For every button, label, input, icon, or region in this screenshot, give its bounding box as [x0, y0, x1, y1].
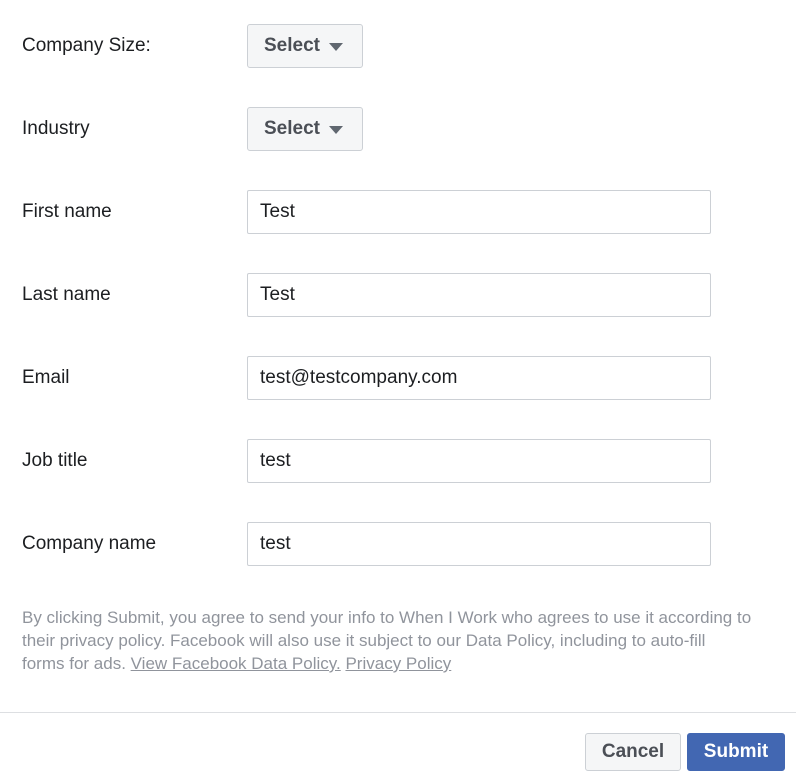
email-input[interactable]	[247, 356, 711, 400]
submit-button[interactable]: Submit	[687, 733, 785, 771]
data-policy-link[interactable]: View Facebook Data Policy.	[131, 654, 341, 673]
caret-down-icon	[328, 43, 343, 51]
email-row: Email	[0, 356, 796, 402]
first-name-label: First name	[22, 201, 112, 222]
company-size-label: Company Size:	[22, 35, 151, 56]
company-size-row: Company Size: Select	[0, 24, 796, 70]
industry-select-value: Select	[264, 118, 320, 139]
industry-select[interactable]: Select	[247, 107, 363, 151]
last-name-label: Last name	[22, 284, 111, 305]
footer-divider	[0, 712, 796, 713]
first-name-input[interactable]	[247, 190, 711, 234]
company-size-select-value: Select	[264, 35, 320, 56]
caret-down-icon	[328, 126, 343, 134]
privacy-policy-link[interactable]: Privacy Policy	[345, 654, 451, 673]
disclaimer-text: By clicking Submit, you agree to send yo…	[22, 606, 752, 675]
email-label: Email	[22, 367, 70, 388]
industry-label: Industry	[22, 118, 90, 139]
first-name-row: First name	[0, 190, 796, 236]
last-name-input[interactable]	[247, 273, 711, 317]
cancel-button[interactable]: Cancel	[585, 733, 681, 771]
company-name-row: Company name	[0, 522, 796, 568]
industry-row: Industry Select	[0, 107, 796, 153]
company-name-label: Company name	[22, 533, 157, 554]
last-name-row: Last name	[0, 273, 796, 319]
job-title-input[interactable]	[247, 439, 711, 483]
job-title-row: Job title	[0, 439, 796, 485]
company-size-select[interactable]: Select	[247, 24, 363, 68]
company-name-input[interactable]	[247, 522, 711, 566]
job-title-label: Job title	[22, 450, 88, 471]
